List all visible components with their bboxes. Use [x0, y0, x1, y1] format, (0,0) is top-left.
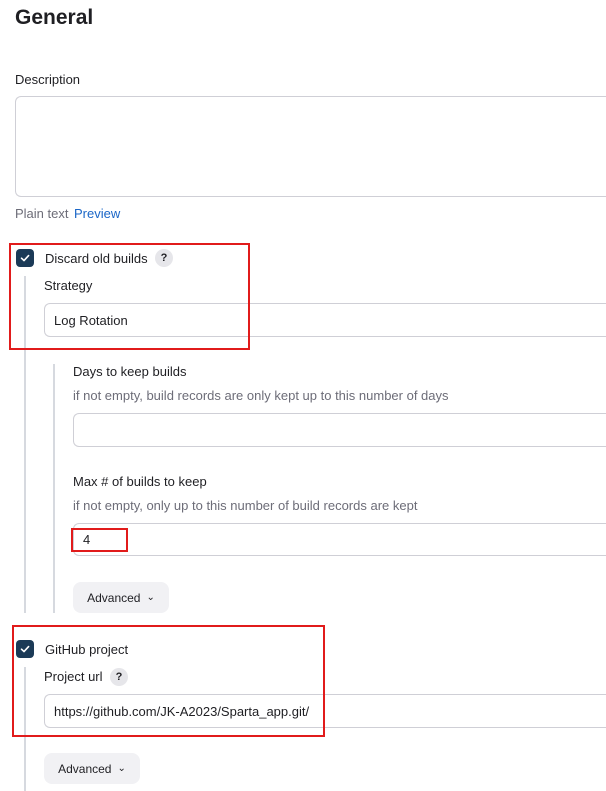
days-to-keep-help-text: if not empty, build records are only kep…: [73, 388, 449, 403]
chevron-down-icon: ⌄: [146, 592, 155, 603]
advanced-button-label: Advanced: [58, 761, 112, 776]
general-settings-page: General Description Plain text Preview D…: [0, 0, 606, 791]
max-builds-help-text: if not empty, only up to this number of …: [73, 498, 418, 513]
plain-text-label: Plain text: [15, 206, 69, 221]
max-builds-label: Max # of builds to keep: [73, 474, 207, 489]
highlight-box-discard: [9, 243, 250, 350]
days-to-keep-input[interactable]: [73, 413, 606, 447]
description-label: Description: [15, 72, 81, 87]
max-builds-input[interactable]: 4: [73, 523, 606, 556]
preview-link[interactable]: Preview: [74, 206, 120, 221]
strategy-indent-line: [53, 364, 55, 613]
section-title: General: [15, 6, 94, 29]
days-to-keep-label: Days to keep builds: [73, 364, 187, 379]
highlight-box-github: [12, 625, 325, 737]
github-advanced-button[interactable]: Advanced ⌄: [44, 753, 140, 784]
description-textarea[interactable]: [15, 96, 606, 197]
chevron-down-icon: ⌄: [117, 763, 126, 774]
advanced-button[interactable]: Advanced ⌄: [73, 582, 169, 613]
highlight-box-max-builds: [71, 528, 128, 552]
advanced-button-label: Advanced: [87, 590, 141, 605]
